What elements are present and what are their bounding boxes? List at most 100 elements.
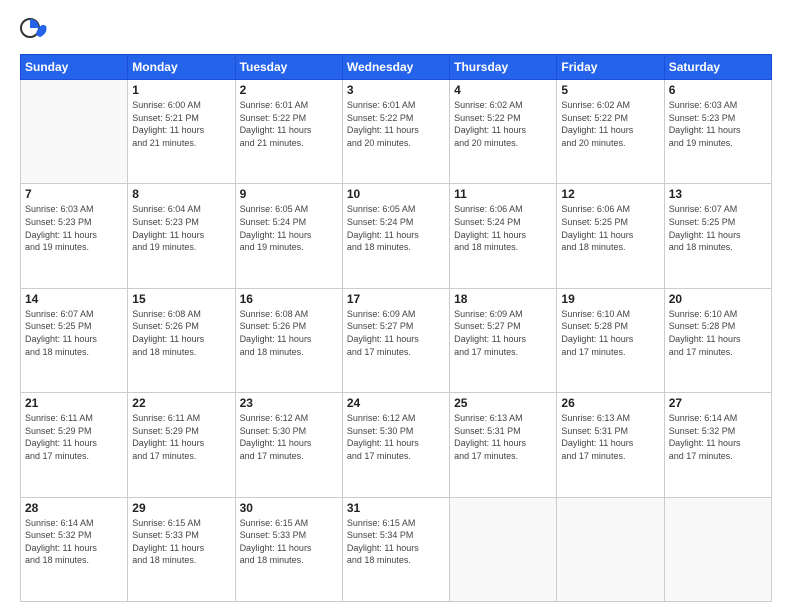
calendar-week-row-2: 7 Sunrise: 6:03 AM Sunset: 5:23 PM Daylig…	[21, 184, 772, 288]
calendar-cell: 6 Sunrise: 6:03 AM Sunset: 5:23 PM Daylig…	[664, 80, 771, 184]
calendar-cell: 2Sunrise: 6:01 AM Sunset: 5:22 PM Daylig…	[235, 80, 342, 184]
calendar-cell: 10 Sunrise: 6:05 AM Sunset: 5:24 PM Dayli…	[342, 184, 449, 288]
day-info: Sunrise: 6:10 AM Sunset: 5:28 PM Dayligh…	[561, 308, 659, 358]
calendar-cell: 29 Sunrise: 6:15 AM Sunset: 5:33 PM Dayli…	[128, 497, 235, 601]
day-info: Sunrise: 6:08 AM Sunset: 5:26 PM Dayligh…	[132, 308, 230, 358]
day-number: 27	[669, 396, 767, 410]
calendar-cell: 9Sunrise: 6:05 AM Sunset: 5:24 PM Daylig…	[235, 184, 342, 288]
day-info: Sunrise: 6:10 AM Sunset: 5:28 PM Dayligh…	[669, 308, 767, 358]
calendar-cell: 28Sunrise: 6:14 AM Sunset: 5:32 PM Dayli…	[21, 497, 128, 601]
calendar-week-row-4: 21 Sunrise: 6:11 AM Sunset: 5:29 PM Dayli…	[21, 393, 772, 497]
day-number: 5	[561, 83, 659, 97]
calendar-cell: 24Sunrise: 6:12 AM Sunset: 5:30 PM Dayli…	[342, 393, 449, 497]
calendar-cell	[557, 497, 664, 601]
day-number: 16	[240, 292, 338, 306]
day-number: 29	[132, 501, 230, 515]
day-info: Sunrise: 6:12 AM Sunset: 5:30 PM Dayligh…	[347, 412, 445, 462]
day-number: 12	[561, 187, 659, 201]
calendar-cell: 11 Sunrise: 6:06 AM Sunset: 5:24 PM Dayli…	[450, 184, 557, 288]
day-number: 11	[454, 187, 552, 201]
day-number: 8	[132, 187, 230, 201]
calendar-cell: 7 Sunrise: 6:03 AM Sunset: 5:23 PM Daylig…	[21, 184, 128, 288]
day-info: Sunrise: 6:04 AM Sunset: 5:23 PM Dayligh…	[132, 203, 230, 253]
day-info: Sunrise: 6:03 AM Sunset: 5:23 PM Dayligh…	[669, 99, 767, 149]
day-info: Sunrise: 6:01 AM Sunset: 5:22 PM Dayligh…	[347, 99, 445, 149]
day-number: 1	[132, 83, 230, 97]
day-number: 28	[25, 501, 123, 515]
calendar-header-row: SundayMondayTuesdayWednesdayThursdayFrid…	[21, 55, 772, 80]
day-info: Sunrise: 6:15 AM Sunset: 5:33 PM Dayligh…	[132, 517, 230, 567]
day-number: 18	[454, 292, 552, 306]
day-info: Sunrise: 6:11 AM Sunset: 5:29 PM Dayligh…	[25, 412, 123, 462]
calendar-cell: 23 Sunrise: 6:12 AM Sunset: 5:30 PM Dayli…	[235, 393, 342, 497]
calendar-cell: 18 Sunrise: 6:09 AM Sunset: 5:27 PM Dayli…	[450, 288, 557, 392]
day-number: 13	[669, 187, 767, 201]
day-info: Sunrise: 6:06 AM Sunset: 5:25 PM Dayligh…	[561, 203, 659, 253]
calendar-cell: 19 Sunrise: 6:10 AM Sunset: 5:28 PM Dayli…	[557, 288, 664, 392]
day-info: Sunrise: 6:08 AM Sunset: 5:26 PM Dayligh…	[240, 308, 338, 358]
day-number: 14	[25, 292, 123, 306]
day-info: Sunrise: 6:02 AM Sunset: 5:22 PM Dayligh…	[454, 99, 552, 149]
calendar-week-row-5: 28Sunrise: 6:14 AM Sunset: 5:32 PM Dayli…	[21, 497, 772, 601]
calendar-cell: 16 Sunrise: 6:08 AM Sunset: 5:26 PM Dayli…	[235, 288, 342, 392]
calendar-cell	[450, 497, 557, 601]
calendar-header-friday: Friday	[557, 55, 664, 80]
calendar-header-wednesday: Wednesday	[342, 55, 449, 80]
calendar-cell: 4 Sunrise: 6:02 AM Sunset: 5:22 PM Daylig…	[450, 80, 557, 184]
day-info: Sunrise: 6:03 AM Sunset: 5:23 PM Dayligh…	[25, 203, 123, 253]
day-number: 26	[561, 396, 659, 410]
calendar-cell: 22 Sunrise: 6:11 AM Sunset: 5:29 PM Dayli…	[128, 393, 235, 497]
calendar-cell: 17 Sunrise: 6:09 AM Sunset: 5:27 PM Dayli…	[342, 288, 449, 392]
calendar-header-saturday: Saturday	[664, 55, 771, 80]
day-number: 3	[347, 83, 445, 97]
calendar-cell: 15 Sunrise: 6:08 AM Sunset: 5:26 PM Dayli…	[128, 288, 235, 392]
day-info: Sunrise: 6:15 AM Sunset: 5:33 PM Dayligh…	[240, 517, 338, 567]
calendar-cell: 31 Sunrise: 6:15 AM Sunset: 5:34 PM Dayli…	[342, 497, 449, 601]
header	[20, 18, 772, 46]
logo	[20, 18, 54, 46]
day-info: Sunrise: 6:05 AM Sunset: 5:24 PM Dayligh…	[240, 203, 338, 253]
calendar-cell: 20 Sunrise: 6:10 AM Sunset: 5:28 PM Dayli…	[664, 288, 771, 392]
calendar-cell: 27Sunrise: 6:14 AM Sunset: 5:32 PM Dayli…	[664, 393, 771, 497]
day-info: Sunrise: 6:09 AM Sunset: 5:27 PM Dayligh…	[347, 308, 445, 358]
day-info: Sunrise: 6:07 AM Sunset: 5:25 PM Dayligh…	[669, 203, 767, 253]
day-number: 21	[25, 396, 123, 410]
calendar-week-row-1: 1Sunrise: 6:00 AM Sunset: 5:21 PM Daylig…	[21, 80, 772, 184]
calendar-cell: 3 Sunrise: 6:01 AM Sunset: 5:22 PM Daylig…	[342, 80, 449, 184]
day-number: 30	[240, 501, 338, 515]
day-info: Sunrise: 6:06 AM Sunset: 5:24 PM Dayligh…	[454, 203, 552, 253]
day-info: Sunrise: 6:12 AM Sunset: 5:30 PM Dayligh…	[240, 412, 338, 462]
day-number: 7	[25, 187, 123, 201]
calendar-cell	[664, 497, 771, 601]
day-number: 10	[347, 187, 445, 201]
day-number: 17	[347, 292, 445, 306]
day-number: 23	[240, 396, 338, 410]
day-number: 25	[454, 396, 552, 410]
day-info: Sunrise: 6:11 AM Sunset: 5:29 PM Dayligh…	[132, 412, 230, 462]
day-info: Sunrise: 6:05 AM Sunset: 5:24 PM Dayligh…	[347, 203, 445, 253]
day-number: 20	[669, 292, 767, 306]
calendar-cell: 8 Sunrise: 6:04 AM Sunset: 5:23 PM Daylig…	[128, 184, 235, 288]
calendar-cell: 25Sunrise: 6:13 AM Sunset: 5:31 PM Dayli…	[450, 393, 557, 497]
calendar-cell: 13 Sunrise: 6:07 AM Sunset: 5:25 PM Dayli…	[664, 184, 771, 288]
calendar-cell: 21 Sunrise: 6:11 AM Sunset: 5:29 PM Dayli…	[21, 393, 128, 497]
day-info: Sunrise: 6:13 AM Sunset: 5:31 PM Dayligh…	[561, 412, 659, 462]
day-info: Sunrise: 6:09 AM Sunset: 5:27 PM Dayligh…	[454, 308, 552, 358]
day-info: Sunrise: 6:07 AM Sunset: 5:25 PM Dayligh…	[25, 308, 123, 358]
calendar-cell: 14 Sunrise: 6:07 AM Sunset: 5:25 PM Dayli…	[21, 288, 128, 392]
day-number: 6	[669, 83, 767, 97]
calendar-header-monday: Monday	[128, 55, 235, 80]
day-number: 31	[347, 501, 445, 515]
calendar-cell: 5Sunrise: 6:02 AM Sunset: 5:22 PM Daylig…	[557, 80, 664, 184]
calendar-cell	[21, 80, 128, 184]
day-info: Sunrise: 6:15 AM Sunset: 5:34 PM Dayligh…	[347, 517, 445, 567]
calendar-cell: 1Sunrise: 6:00 AM Sunset: 5:21 PM Daylig…	[128, 80, 235, 184]
day-number: 22	[132, 396, 230, 410]
logo-icon	[20, 18, 48, 46]
day-number: 15	[132, 292, 230, 306]
day-info: Sunrise: 6:01 AM Sunset: 5:22 PM Dayligh…	[240, 99, 338, 149]
calendar-cell: 12 Sunrise: 6:06 AM Sunset: 5:25 PM Dayli…	[557, 184, 664, 288]
calendar-week-row-3: 14 Sunrise: 6:07 AM Sunset: 5:25 PM Dayli…	[21, 288, 772, 392]
day-number: 4	[454, 83, 552, 97]
day-number: 19	[561, 292, 659, 306]
